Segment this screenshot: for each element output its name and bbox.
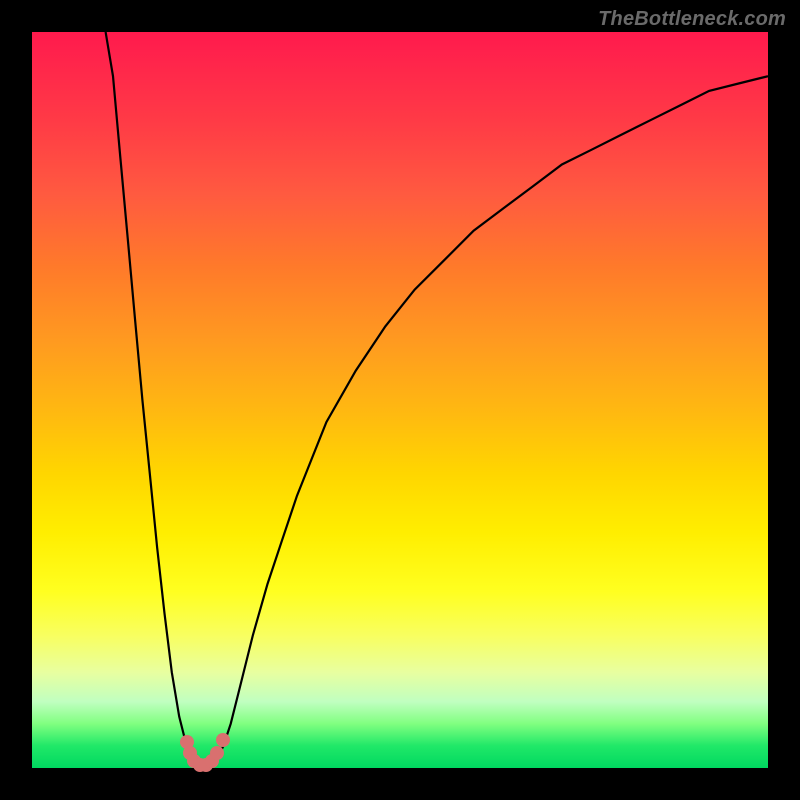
chart-frame: TheBottleneck.com bbox=[0, 0, 800, 800]
watermark: TheBottleneck.com bbox=[598, 8, 786, 31]
bottleneck-curve bbox=[32, 32, 768, 768]
